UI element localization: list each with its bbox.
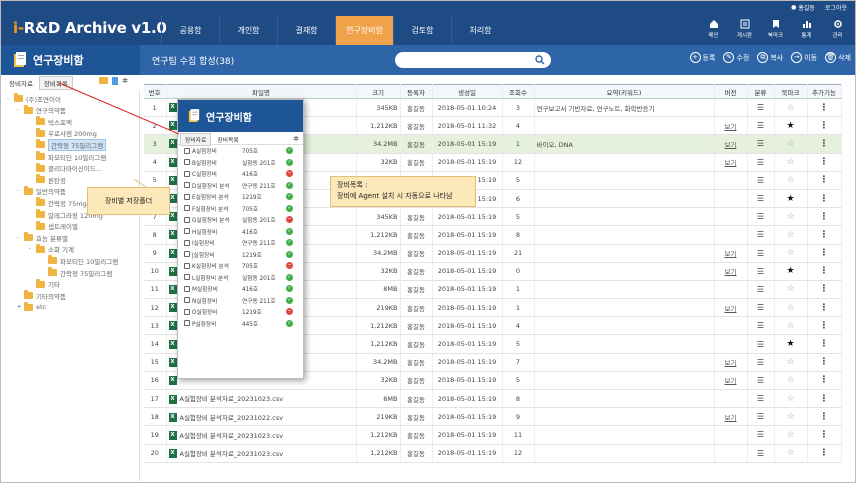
callout-storage-folder: 장비별 저장폴더 — [87, 187, 170, 215]
connector-line — [58, 82, 180, 135]
callout-equipment-list: 장비목록 : 장비에 Agent 설치 시 자동으로 나타남 — [330, 176, 476, 207]
callout-connectors — [58, 82, 180, 198]
app-window: ● 홍길동 로그아웃 i-R&D Archive v1.0 공용함 개인함 결재함 연구… — [0, 0, 856, 483]
